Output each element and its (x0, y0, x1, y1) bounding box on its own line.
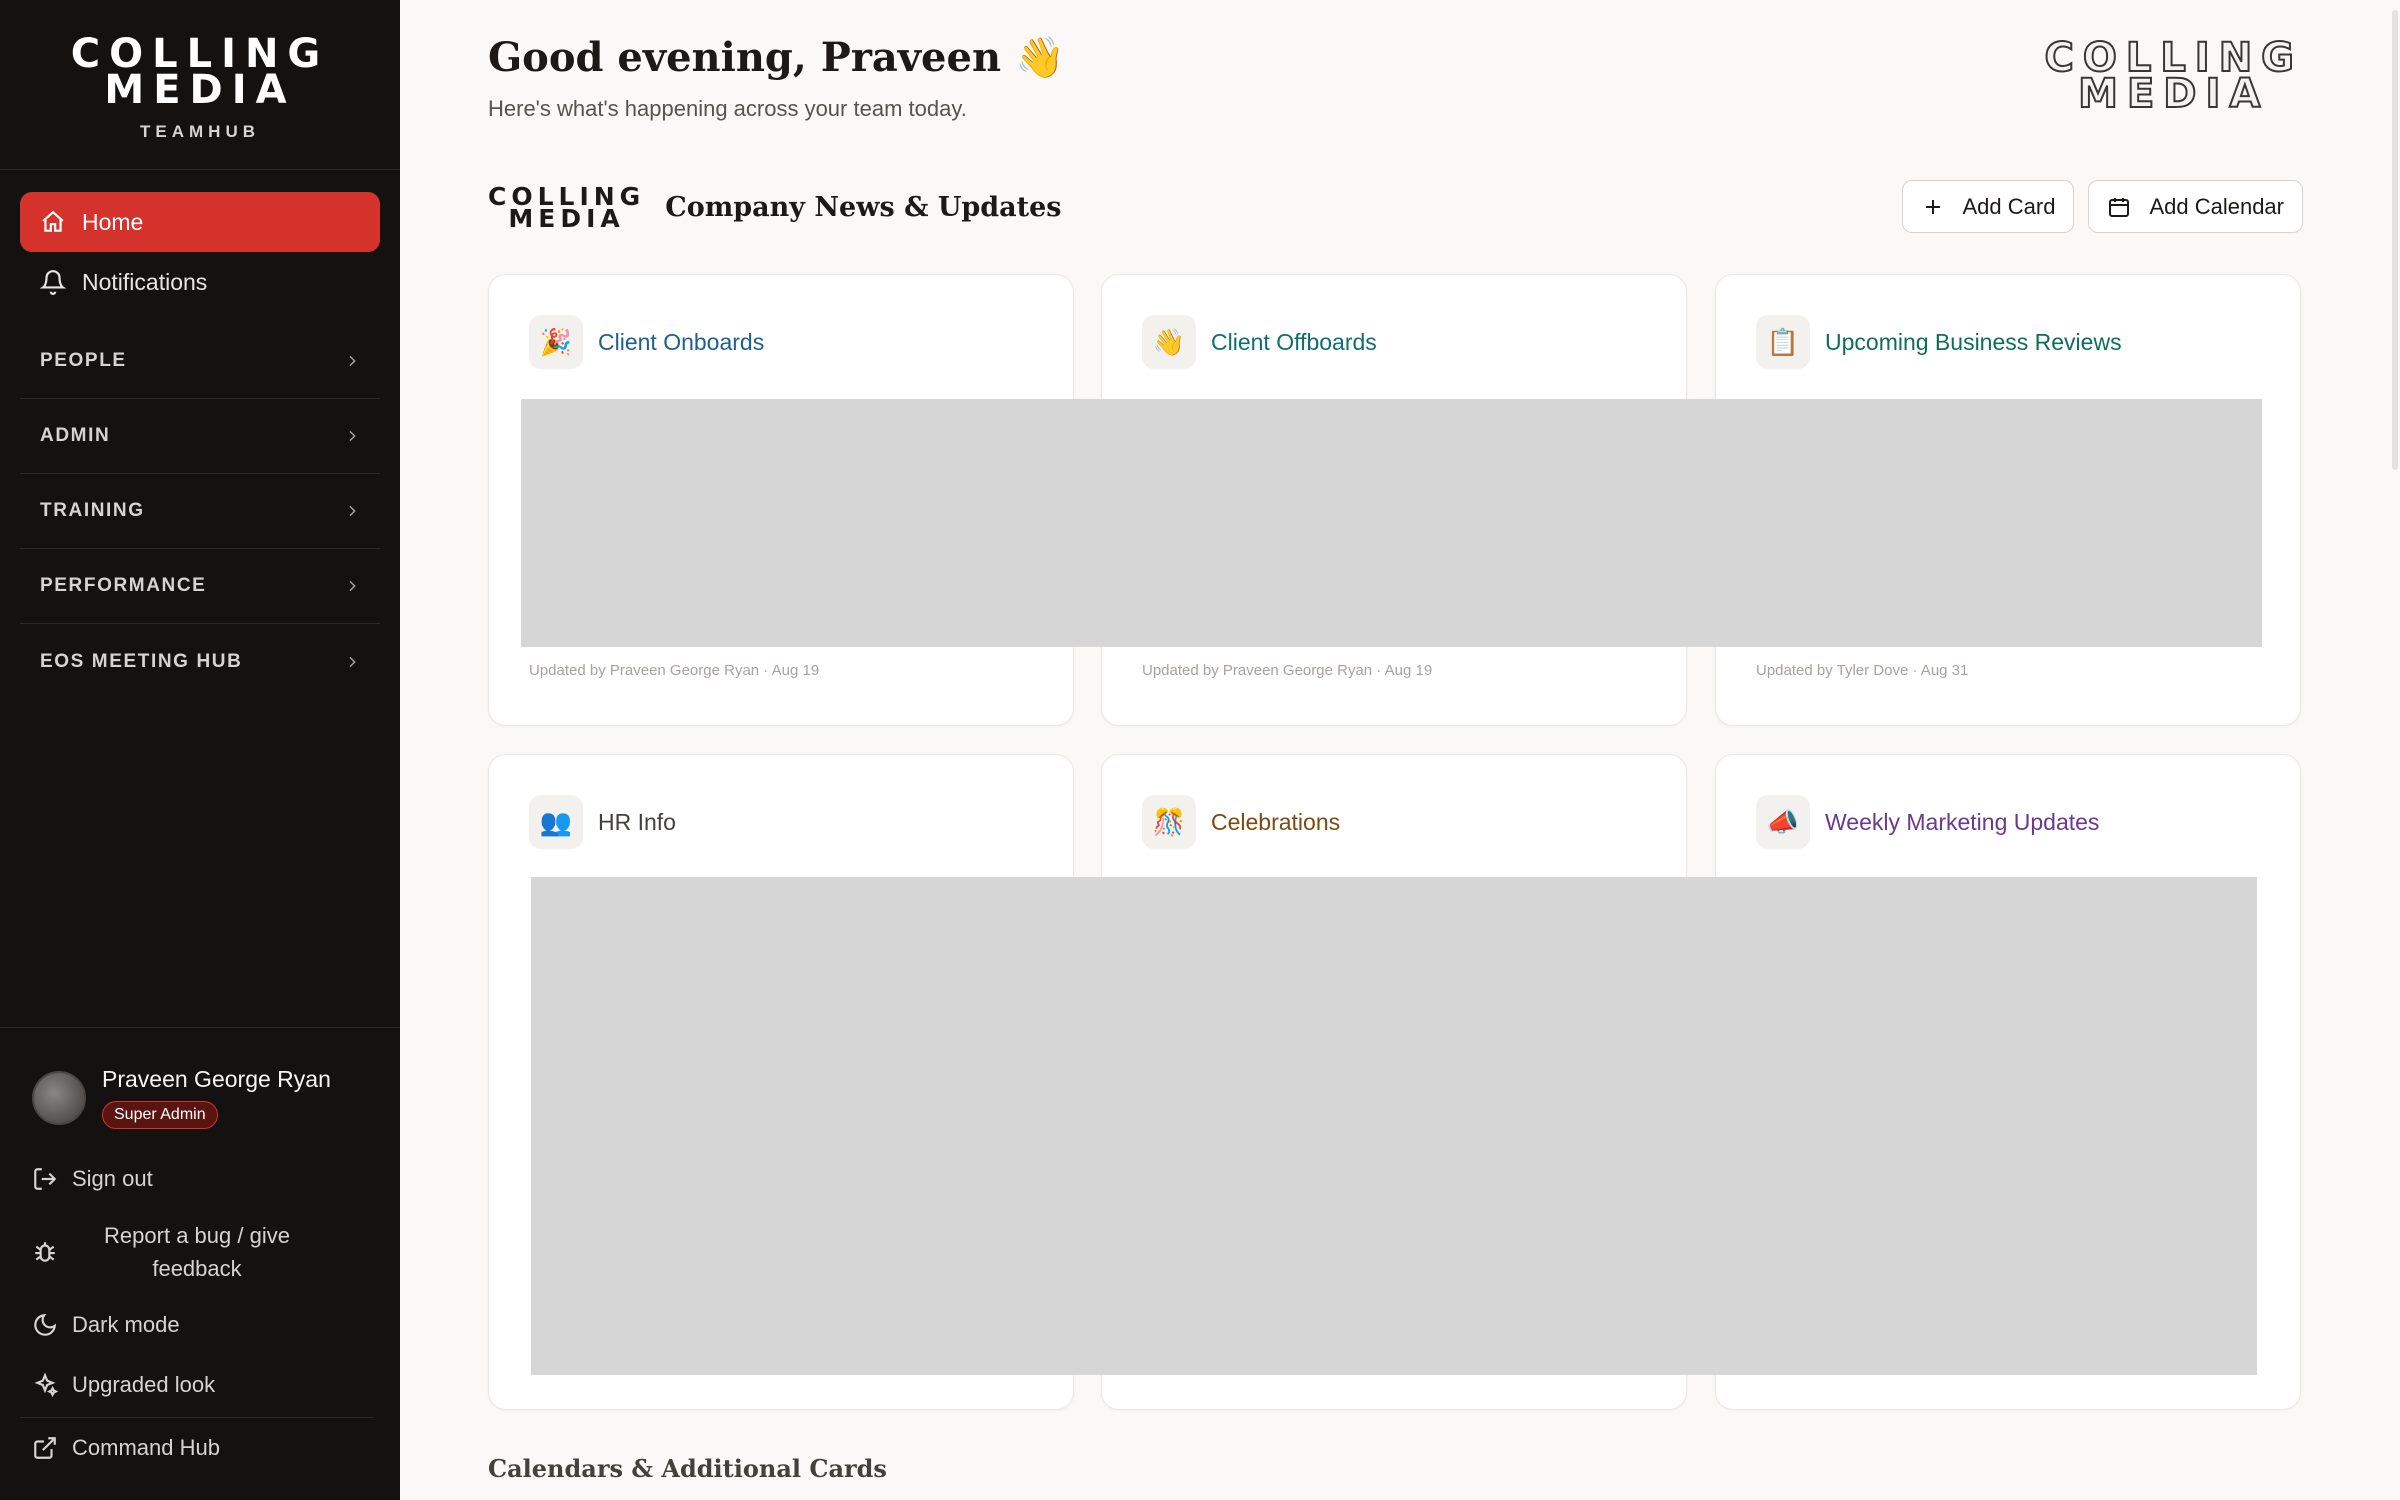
chevron-right-icon (349, 656, 356, 667)
header-logo: COLLING MEDIA (2043, 37, 2303, 117)
nav-sections: PEOPLE ADMIN TRAINING PERFORMANCE EOS ME… (20, 324, 380, 699)
card-title[interactable]: Client Onboards (598, 329, 764, 356)
add-calendar-label: Add Calendar (2149, 193, 2284, 219)
bug-icon (35, 1242, 55, 1262)
report-bug-label: Report a bug / give feedback (104, 1223, 290, 1281)
nav-section-training[interactable]: TRAINING (20, 474, 380, 549)
clipboard-icon: 📋 (1756, 315, 1810, 369)
card-updated-meta: Updated by Praveen George Ryan · Aug 19 (1142, 662, 1433, 679)
upgraded-look-toggle[interactable]: Upgraded look (0, 1365, 400, 1405)
report-bug-button[interactable]: Report a bug / give feedback (0, 1217, 400, 1287)
nav-section-eos-meeting-hub[interactable]: EOS MEETING HUB (20, 624, 380, 699)
megaphone-icon: 📣 (1756, 795, 1810, 849)
section-label: ADMIN (40, 425, 111, 446)
chevron-right-icon (349, 430, 356, 442)
section-label: PERFORMANCE (40, 575, 207, 596)
add-card-button[interactable]: Add Card (1901, 180, 2075, 233)
logo-line-2: MEDIA (2077, 71, 2270, 117)
waving-hand-icon: 👋 (1142, 315, 1196, 369)
card-header: 👋 Client Offboards (1142, 315, 1377, 369)
main-content: Good evening, Praveen 👋 Here's what's ha… (400, 0, 2400, 1500)
news-section-header: COLLING MEDIA Company News & Updates (488, 184, 1062, 231)
primary-nav: Home Notifications PEOPLE ADMIN TRAINING… (0, 170, 400, 699)
card-updated-meta: Updated by Praveen George Ryan · Aug 19 (529, 662, 820, 679)
command-hub-label: Command Hub (72, 1435, 220, 1460)
calendar-icon (2109, 197, 2130, 217)
calendars-section-title: Calendars & Additional Cards (488, 1454, 887, 1483)
sidebar-logo[interactable]: COLLING MEDIA TEAMHUB (0, 0, 400, 170)
card-title[interactable]: HR Info (598, 809, 676, 836)
page-title: Good evening, Praveen 👋 (488, 34, 1065, 81)
dark-mode-label: Dark mode (72, 1312, 180, 1337)
sparkles-icon (34, 1372, 58, 1398)
party-icon: 🎉 (529, 315, 583, 369)
user-profile[interactable]: Praveen George Ryan Super Admin (0, 1028, 400, 1129)
home-icon (42, 210, 64, 232)
nav-item-notifications[interactable]: Notifications (20, 252, 380, 312)
sidebar: COLLING MEDIA TEAMHUB Home Notifications… (0, 0, 400, 1500)
card-header: 🎉 Client Onboards (529, 315, 764, 369)
people-icon: 👥 (529, 795, 583, 849)
card-title[interactable]: Celebrations (1211, 809, 1340, 836)
card-header: 📋 Upcoming Business Reviews (1756, 315, 2122, 369)
upgraded-look-label: Upgraded look (72, 1372, 216, 1397)
confetti-icon: 🎊 (1142, 795, 1196, 849)
card-header: 👥 HR Info (529, 795, 676, 849)
card-title[interactable]: Client Offboards (1211, 329, 1377, 356)
logo-subtitle: TEAMHUB (140, 122, 260, 141)
news-actions: Add Card Add Calendar (1901, 180, 2303, 233)
section-label: PEOPLE (40, 350, 127, 371)
sign-out-label: Sign out (72, 1166, 153, 1191)
user-name: Praveen George Ryan (102, 1066, 331, 1092)
nav-section-people[interactable]: PEOPLE (20, 324, 380, 399)
dark-mode-toggle[interactable]: Dark mode (0, 1305, 400, 1345)
section-label: EOS MEETING HUB (40, 650, 243, 672)
chevron-right-icon (349, 580, 356, 592)
role-badge: Super Admin (102, 1101, 218, 1129)
scrollbar[interactable] (2386, 0, 2400, 1500)
external-link-icon (34, 1437, 56, 1459)
sidebar-footer: Praveen George Ryan Super Admin Sign out… (0, 1027, 400, 1500)
nav-item-label: Home (82, 208, 144, 235)
bell-icon (40, 270, 66, 295)
card-title[interactable]: Upcoming Business Reviews (1825, 329, 2122, 356)
card-header: 📣 Weekly Marketing Updates (1756, 795, 2099, 849)
nav-section-performance[interactable]: PERFORMANCE (20, 549, 380, 624)
add-card-label: Add Card (1962, 193, 2056, 219)
chevron-right-icon (349, 355, 356, 367)
divider (20, 1417, 374, 1418)
nav-item-home[interactable]: Home (20, 192, 380, 252)
add-calendar-button[interactable]: Add Calendar (2088, 180, 2303, 233)
page-subtitle: Here's what's happening across your team… (488, 96, 967, 121)
news-logo: COLLING MEDIA (488, 184, 645, 231)
nav-section-admin[interactable]: ADMIN (20, 399, 380, 474)
scrollbar-thumb[interactable] (2392, 10, 2398, 470)
content-placeholder-row-1 (521, 399, 2262, 647)
section-label: TRAINING (40, 500, 145, 521)
card-updated-meta: Updated by Tyler Dove · Aug 31 (1756, 662, 1969, 679)
moon-icon (34, 1313, 57, 1336)
card-header: 🎊 Celebrations (1142, 795, 1340, 849)
logo-line-2: MEDIA (508, 204, 625, 233)
sign-out-button[interactable]: Sign out (0, 1159, 400, 1199)
chevron-right-icon (349, 505, 356, 517)
nav-item-label: Notifications (82, 268, 208, 295)
command-hub-link[interactable]: Command Hub (0, 1428, 400, 1468)
news-section-title: Company News & Updates (665, 192, 1062, 223)
content-placeholder-row-2 (531, 877, 2257, 1375)
card-title[interactable]: Weekly Marketing Updates (1825, 809, 2099, 836)
plus-icon (1925, 199, 1940, 214)
logo-line-2: MEDIA (104, 67, 296, 113)
avatar (32, 1070, 86, 1125)
sign-out-icon (34, 1168, 57, 1190)
